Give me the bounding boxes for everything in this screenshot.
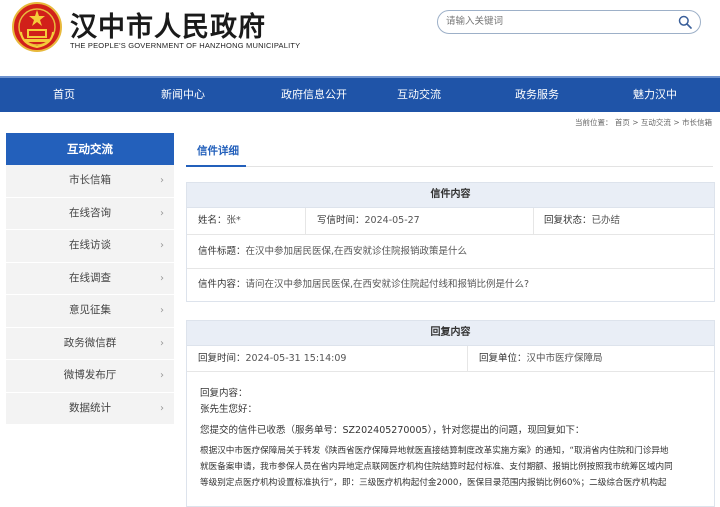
- site-header: 汉中市人民政府 THE PEOPLE'S GOVERNMENT OF HANZH…: [0, 0, 720, 76]
- reply-time-value: 2024-05-31 15:14:09: [245, 353, 347, 364]
- divider: [186, 166, 713, 167]
- write-time-label: 写信时间：: [317, 215, 365, 226]
- reply-body: 回复内容： 张先生您好： 您提交的信件已收悉（服务单号：SZ2024052700…: [187, 372, 714, 491]
- sidebar-item-label: 政务微信群: [63, 336, 117, 349]
- chevron-right-icon: ›: [160, 337, 164, 349]
- divider: [533, 208, 534, 234]
- sidebar-item-weibo[interactable]: 微博发布厅 ›: [6, 360, 174, 393]
- chevron-right-icon: ›: [160, 305, 164, 316]
- sidebar-item-label: 市长信箱: [69, 174, 111, 186]
- sidebar-item-label: 微博发布厅: [63, 369, 117, 381]
- write-time-value: 2024-05-27: [364, 215, 420, 226]
- reply-paragraph: 等级别定点医疗机构设置标准执行”，即：三级医疗机构起付金2000，医保目录范围内…: [200, 478, 667, 488]
- letter-subject-row: 信件标题：在汉中参加居民医保,在西安就诊住院报销政策是什么: [187, 235, 714, 269]
- subject-label: 信件标题：: [198, 246, 246, 257]
- content-value: 请问在汉中参加居民医保,在西安就诊住院起付线和报销比例是什么?: [245, 279, 530, 290]
- divider: [305, 208, 306, 234]
- sidebar-item-label: 在线调查: [69, 271, 111, 284]
- sidebar-item-online-interview[interactable]: 在线访谈 ›: [6, 230, 174, 263]
- sidebar-item-mayor-mailbox[interactable]: 市长信箱 ›: [6, 165, 174, 198]
- letter-heading: 信件内容: [187, 183, 714, 208]
- letter-content-row: 信件内容：请问在汉中参加居民医保,在西安就诊住院起付线和报销比例是什么?: [187, 269, 714, 301]
- letter-panel: 信件内容 姓名：张* 写信时间：2024-05-27 回复状态：已办结 信件标题…: [186, 182, 715, 302]
- reply-unit-value: 汉中市医疗保障局: [526, 353, 603, 364]
- sidebar-item-label: 在线咨询: [69, 206, 111, 219]
- reply-paragraph: 就医备案申请，我市参保人员在省内异地定点联网医疗机构住院结算时起付标准、支付期额…: [200, 462, 673, 472]
- reply-panel: 回复内容 回复时间：2024-05-31 15:14:09 回复单位：汉中市医疗…: [186, 320, 715, 507]
- chevron-right-icon: ›: [160, 207, 164, 219]
- search-input[interactable]: [446, 13, 671, 30]
- sidebar-item-opinion[interactable]: 意见征集 ›: [6, 295, 174, 328]
- sidebar: 互动交流 市长信箱 › 在线咨询 › 在线访谈 › 在线调查 › 意见征集 › 政务微信群…: [6, 133, 174, 425]
- tab-active-indicator: [186, 165, 246, 167]
- chevron-right-icon: ›: [160, 272, 164, 284]
- reply-paragraph: 您提交的信件已收悉（服务单号：SZ202405270005），针对您提出的问题，…: [200, 425, 585, 436]
- chevron-right-icon: ›: [160, 370, 164, 381]
- breadcrumb: 当前位置： 首页 > 互动交流 > 市长信箱: [575, 118, 712, 127]
- name-label: 姓名：: [198, 215, 227, 226]
- reply-time-label: 回复时间：: [198, 353, 246, 364]
- reply-meta-row: 回复时间：2024-05-31 15:14:09 回复单位：汉中市医疗保障局: [187, 346, 714, 372]
- subject-value: 在汉中参加居民医保,在西安就诊住院报销政策是什么: [245, 246, 468, 257]
- reply-paragraph: 根据汉中市医疗保障局关于转发《陕西省医疗保障异地就医直接结算制度改革实施方案》的…: [200, 446, 669, 456]
- nav-interaction[interactable]: 互动交流: [375, 78, 463, 112]
- sidebar-heading: 互动交流: [6, 133, 174, 165]
- chevron-right-icon: ›: [160, 240, 164, 251]
- reply-status-label: 回复状态：: [544, 215, 592, 226]
- nav-services[interactable]: 政务服务: [493, 78, 581, 112]
- sidebar-item-label: 意见征集: [69, 304, 111, 316]
- sidebar-item-online-survey[interactable]: 在线调查 ›: [6, 262, 174, 295]
- sidebar-item-online-consult[interactable]: 在线咨询 ›: [6, 197, 174, 230]
- nav-gov-info[interactable]: 政府信息公开: [255, 78, 373, 112]
- reply-status-value: 已办结: [591, 215, 621, 226]
- sidebar-item-label: 数据统计: [69, 401, 111, 414]
- sidebar-item-label: 在线访谈: [69, 239, 111, 251]
- tab-letter-detail[interactable]: 信件详细: [197, 143, 239, 158]
- site-subtitle: THE PEOPLE'S GOVERNMENT OF HANZHONG MUNI…: [70, 41, 301, 50]
- nav-home[interactable]: 首页: [20, 78, 108, 112]
- divider: [467, 346, 468, 371]
- letter-meta-row: 姓名：张* 写信时间：2024-05-27 回复状态：已办结: [187, 208, 714, 235]
- search-icon[interactable]: [678, 15, 692, 29]
- nav-news[interactable]: 新闻中心: [139, 78, 227, 112]
- nav-charm[interactable]: 魅力汉中: [611, 78, 699, 112]
- reply-content-label: 回复内容：: [200, 388, 248, 399]
- site-title: 汉中市人民政府: [70, 12, 266, 43]
- sidebar-item-statistics[interactable]: 数据统计 ›: [6, 392, 174, 425]
- main-nav: 首页 新闻中心 政府信息公开 互动交流 政务服务 魅力汉中: [0, 76, 720, 112]
- search-box: [437, 10, 701, 34]
- reply-heading: 回复内容: [187, 321, 714, 346]
- national-emblem-icon: [12, 2, 62, 52]
- content-label: 信件内容：: [198, 279, 246, 290]
- reply-unit-label: 回复单位：: [479, 353, 527, 364]
- chevron-right-icon: ›: [160, 175, 164, 186]
- sidebar-item-wechat-group[interactable]: 政务微信群 ›: [6, 327, 174, 360]
- chevron-right-icon: ›: [160, 402, 164, 414]
- name-value: 张*: [226, 215, 241, 226]
- reply-greeting: 张先生您好：: [200, 404, 258, 415]
